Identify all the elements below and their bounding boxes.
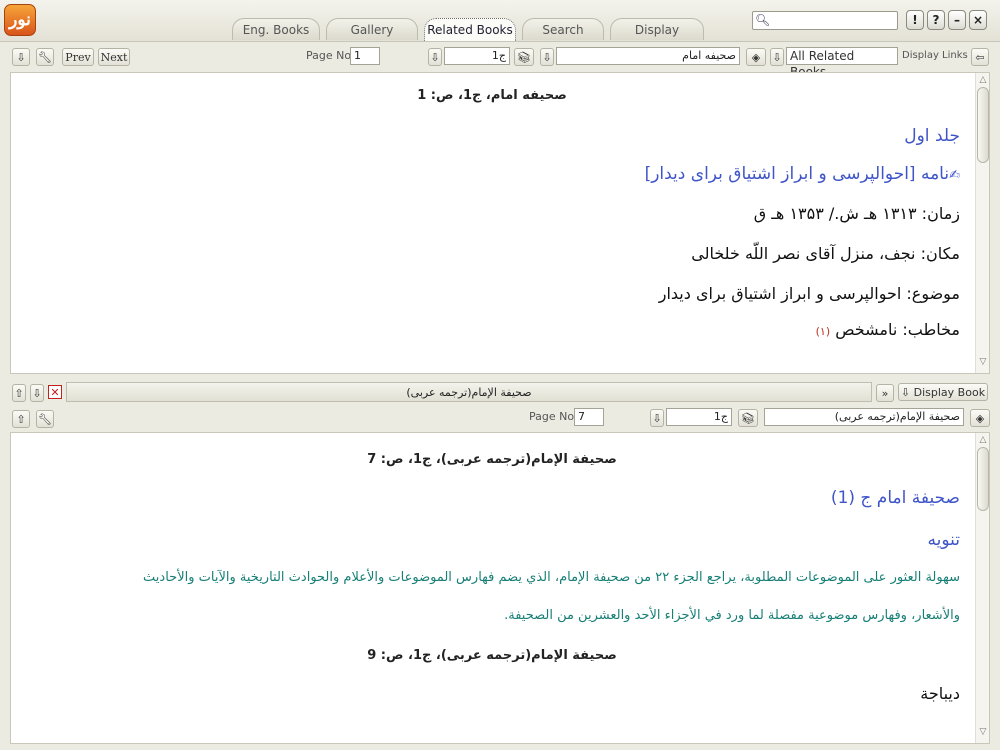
tag-icon[interactable]: ◈ <box>746 48 766 66</box>
scroll-up-icon[interactable]: △ <box>976 435 990 445</box>
exclaim-button[interactable]: ! <box>906 10 924 30</box>
collapse-down-icon[interactable]: ⇩ <box>30 384 44 402</box>
wrench-icon[interactable]: 🔧︎ <box>36 410 54 428</box>
minimize-button[interactable]: – <box>948 10 966 30</box>
page-no-label: Page No <box>529 410 575 423</box>
wrench-icon[interactable]: 🔧︎ <box>36 48 54 66</box>
prev-button[interactable]: Prev <box>62 48 94 66</box>
search-input[interactable]: 🔍︎ <box>752 11 898 30</box>
page-no-label: Page No <box>306 49 352 62</box>
app-logo[interactable]: نور <box>4 4 36 36</box>
tab-search[interactable]: Search <box>522 18 604 40</box>
volume-dropdown-icon[interactable]: ⇩ <box>428 48 442 66</box>
paragraph-line-2: والأشعار، وفهارس موضوعية مفصلة لما ورد ف… <box>504 608 960 623</box>
display-book-button[interactable]: ⇩ Display Book <box>898 383 988 401</box>
top-scrollbar[interactable]: △ ▽ <box>975 73 989 373</box>
expand-double-icon[interactable]: » <box>876 384 894 402</box>
page-header: صحیفه امام، ج1، ص: 1 <box>417 88 567 103</box>
line-time: زمان: ۱۳۱۳ هـ ش./ ۱۳۵۳ هـ ق <box>753 204 960 223</box>
books-icon[interactable]: 📚︎ <box>514 48 534 66</box>
footnote-link[interactable]: (۱) <box>816 325 831 338</box>
volume-select[interactable]: ج1 <box>666 408 732 426</box>
close-panel-icon[interactable]: ✕ <box>48 385 62 399</box>
bottom-content: صحيفة الإمام(ترجمه عربى)، ج1، ص: 7 صحيفة… <box>20 436 964 742</box>
book-title: صحيفة امام ج (1) <box>830 488 960 508</box>
tab-eng-books[interactable]: Eng. Books <box>232 18 320 40</box>
arrow-down-icon[interactable]: ⇩ <box>12 48 30 66</box>
next-button[interactable]: Next <box>98 48 130 66</box>
tag-icon[interactable]: ◈ <box>970 409 990 427</box>
book-select[interactable]: صحیفه امام <box>556 47 740 65</box>
volume-dropdown-icon[interactable]: ⇩ <box>650 409 664 427</box>
related-filter-select[interactable]: All Related Books <box>786 47 898 79</box>
section-title: تنويه <box>927 530 961 550</box>
scroll-down-icon[interactable]: ▽ <box>976 727 990 737</box>
page-header: صحيفة الإمام(ترجمه عربى)، ج1، ص: 9 <box>367 648 617 663</box>
quill-icon: ✍︎ <box>949 168 960 183</box>
books-icon[interactable]: 📚︎ <box>738 409 758 427</box>
bottom-scrollbar[interactable]: △ ▽ <box>975 433 989 743</box>
page-no-input[interactable]: 1 <box>350 47 380 65</box>
book-dropdown-icon[interactable]: ⇩ <box>540 48 554 66</box>
line-addressee: مخاطب: نامشخص (۱) <box>815 320 960 339</box>
close-button[interactable]: × <box>969 10 987 30</box>
help-button[interactable]: ? <box>927 10 945 30</box>
tab-display[interactable]: Display <box>610 18 704 40</box>
line-place: مکان: نجف، منزل آقای نصر اللّه خلخالی <box>691 244 960 263</box>
volume-select[interactable]: ج1 <box>444 47 510 65</box>
back-arrow-icon[interactable]: ⇦ <box>971 48 989 66</box>
line-letter-title: ✍︎نامه [احوالپرسی و ابراز اشتیاق برای دی… <box>644 164 960 184</box>
paragraph-line-1: سهولة العثور على الموضوعات المطلوبة، يرا… <box>143 570 960 585</box>
top-content: صحیفه امام، ج1، ص: 1 جلد اول ✍︎نامه [احو… <box>20 76 964 372</box>
scroll-down-icon[interactable]: ▽ <box>976 357 990 367</box>
section-heading: ديباجة <box>920 684 960 703</box>
page-header: صحيفة الإمام(ترجمه عربى)، ج1، ص: 7 <box>367 452 617 467</box>
down-arrow-icon: ⇩ <box>900 386 911 399</box>
scroll-thumb[interactable] <box>977 447 989 511</box>
filter-dropdown-icon[interactable]: ⇩ <box>770 48 784 66</box>
line-volume: جلد اول <box>904 126 960 146</box>
page-no-input[interactable]: 7 <box>574 408 604 426</box>
tab-related-books[interactable]: Related Books <box>424 18 516 41</box>
line-subject: موضوع: احوالپرسی و ابراز اشتیاق برای دید… <box>658 284 960 303</box>
scroll-thumb[interactable] <box>977 87 989 163</box>
book-select[interactable]: صحيفة الإمام(ترجمه عربى) <box>764 408 964 426</box>
related-book-title-bar: صحيفة الإمام(ترجمه عربى) <box>66 382 872 402</box>
collapse-up-icon[interactable]: ⇧ <box>12 384 26 402</box>
search-icon: 🔍︎ <box>755 13 771 27</box>
display-links-button[interactable]: Display Links <box>902 47 968 65</box>
scroll-up-icon[interactable]: △ <box>976 75 990 85</box>
tab-gallery[interactable]: Gallery <box>326 18 418 40</box>
arrow-up-icon[interactable]: ⇧ <box>12 410 30 428</box>
